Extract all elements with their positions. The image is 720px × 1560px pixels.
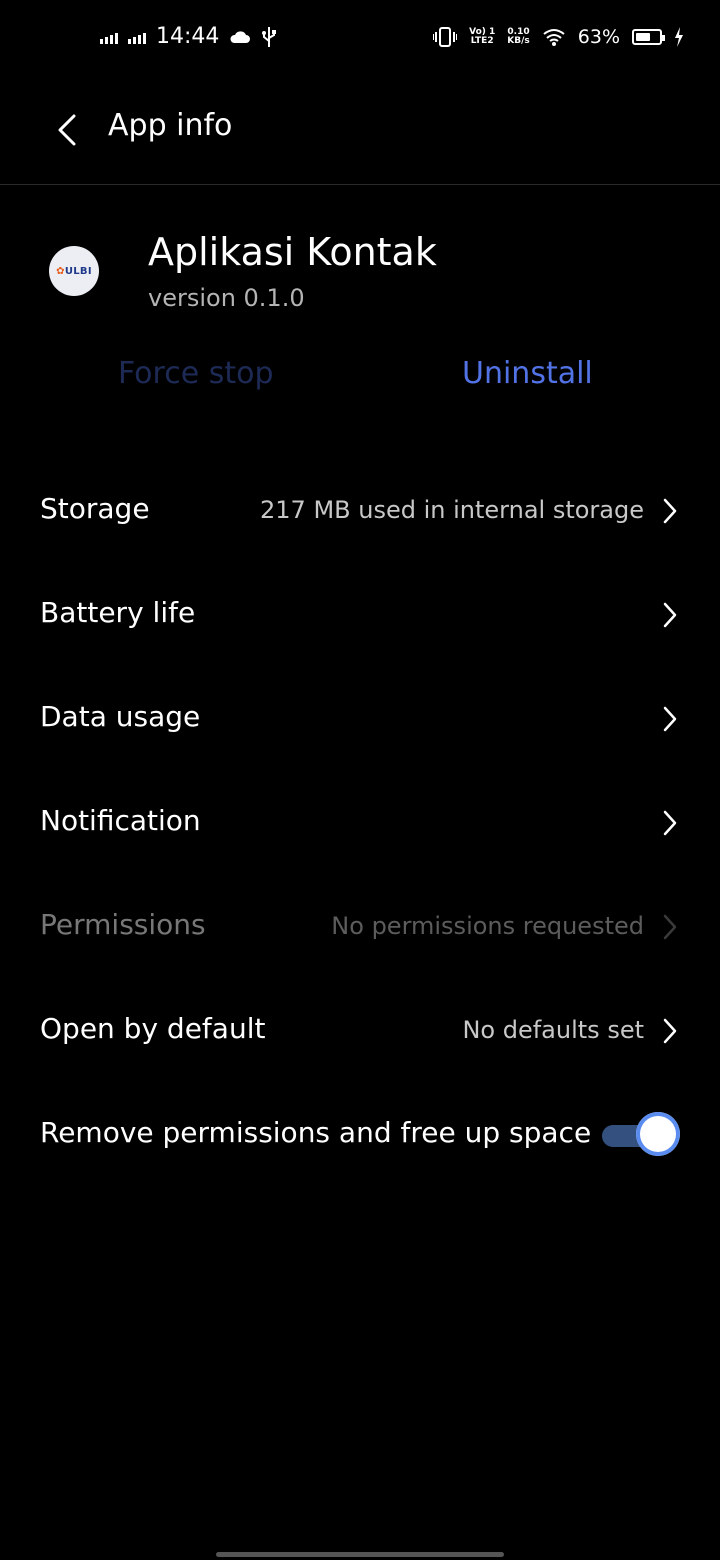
battery-life-row[interactable]: Battery life (0, 570, 720, 660)
chevron-right-icon (663, 498, 677, 524)
signal-icon-sim1 (100, 30, 118, 44)
chevron-right-icon (663, 602, 677, 628)
chevron-right-icon (663, 914, 677, 940)
open-by-default-row[interactable]: Open by default No defaults set (0, 986, 720, 1076)
battery-percent: 63% (577, 26, 620, 48)
status-time: 14:44 (156, 24, 220, 49)
status-bar: 14:44 Vo) 1 LTE2 0.10 KB/s 63% (0, 0, 720, 78)
usb-icon (262, 26, 277, 47)
home-indicator[interactable] (216, 1552, 504, 1557)
open-by-default-label: Open by default (40, 1012, 266, 1045)
open-by-default-value: No defaults set (462, 1016, 644, 1044)
data-usage-row[interactable]: Data usage (0, 674, 720, 764)
network-lte: LTE2 (470, 36, 494, 46)
cloud-icon (230, 30, 251, 43)
network-type: Vo) 1 LTE2 (469, 28, 495, 46)
app-logo: ✿ULBI (56, 265, 92, 277)
storage-label: Storage (40, 492, 150, 525)
vibrate-icon (433, 27, 458, 47)
permissions-value: No permissions requested (331, 912, 644, 940)
app-name: Aplikasi Kontak (148, 230, 437, 274)
data-usage-label: Data usage (40, 700, 201, 733)
app-bar: App info (0, 78, 720, 185)
storage-value: 217 MB used in internal storage (260, 496, 644, 524)
signal-icon-sim2 (128, 30, 146, 44)
chevron-right-icon (663, 706, 677, 732)
network-speed: 0.10 KB/s (507, 28, 529, 46)
notification-row[interactable]: Notification (0, 778, 720, 868)
chevron-right-icon (663, 1018, 677, 1044)
force-stop-button[interactable]: Force stop (118, 356, 274, 391)
speed-unit: KB/s (507, 36, 530, 46)
permissions-row: Permissions No permissions requested (0, 882, 720, 972)
charging-icon (675, 27, 683, 47)
remove-permissions-label: Remove permissions and free up space (40, 1116, 592, 1149)
back-arrow-icon[interactable] (44, 106, 92, 154)
remove-permissions-row: Remove permissions and free up space (0, 1090, 720, 1180)
uninstall-button[interactable]: Uninstall (462, 356, 593, 391)
remove-permissions-toggle[interactable] (602, 1112, 680, 1158)
battery-icon (632, 29, 665, 45)
app-icon: ✿ULBI (49, 246, 99, 296)
status-right: Vo) 1 LTE2 0.10 KB/s 63% (433, 26, 684, 48)
app-logo-text: ULBI (64, 265, 92, 277)
toggle-knob (636, 1112, 680, 1156)
notification-label: Notification (40, 804, 201, 837)
storage-row[interactable]: Storage 217 MB used in internal storage (0, 466, 720, 556)
chevron-right-icon (663, 810, 677, 836)
wifi-icon (543, 29, 565, 46)
battery-life-label: Battery life (40, 596, 196, 629)
page-title: App info (108, 108, 233, 143)
battery-fill (636, 33, 650, 41)
status-left: 14:44 (100, 24, 277, 49)
app-version: version 0.1.0 (148, 284, 305, 312)
permissions-label: Permissions (40, 908, 206, 941)
